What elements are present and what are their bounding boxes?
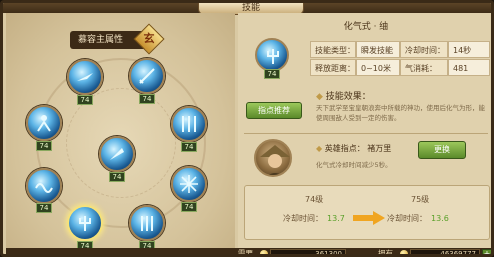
swords-icon	[182, 116, 196, 132]
skill-icon-2[interactable]	[129, 58, 165, 94]
hero-name: 褚万里	[367, 144, 392, 153]
skill-level-badge: 74	[36, 203, 52, 213]
own-label: 拥有	[378, 249, 393, 257]
skill-icon-3[interactable]	[26, 105, 62, 141]
arrow-right-icon	[353, 211, 385, 225]
add-currency-button[interactable]: +	[482, 249, 491, 254]
effect-title-text: 技能效果：	[325, 92, 371, 102]
current-cooldown: 冷却时间： 13.7	[283, 213, 345, 224]
next-cooldown-value: 13.6	[431, 214, 449, 223]
hero-portrait-icon	[260, 145, 290, 175]
skill-name: 化气式 · 䌷	[343, 22, 389, 32]
skill-level-badge: 74	[181, 142, 197, 152]
need-value: 361300	[270, 249, 346, 254]
skill-icon-8-selected[interactable]	[67, 205, 103, 241]
range-label: 释放距离：	[310, 59, 356, 76]
skill-window: 技能 慕容主属性 玄 74 74 74 74 74 74 74 74 74 化气…	[0, 0, 494, 257]
current-cooldown-value: 13.7	[327, 214, 345, 223]
hero-bullet-icon: ◆	[316, 144, 323, 153]
skill-icon-7[interactable]	[171, 166, 207, 202]
selected-skill-level: 74	[264, 69, 280, 79]
skill-level-badge: 74	[77, 95, 93, 105]
next-level: 75级	[411, 195, 430, 204]
figure-icon	[37, 115, 51, 132]
range-value: 0~10米	[356, 59, 400, 76]
own-value: 46369777	[410, 249, 480, 254]
cooldown-value: 14秒	[448, 41, 490, 58]
trident-icon	[267, 49, 279, 64]
skill-icon-4[interactable]	[171, 106, 207, 142]
skill-type-label: 技能类型：	[310, 41, 356, 58]
skill-wheel-panel: 慕容主属性 玄 74 74 74 74 74 74 74 74 74	[6, 13, 235, 251]
main-attribute-value: 玄	[143, 32, 155, 45]
cost-label: 气消耗：	[400, 59, 448, 76]
upgrade-compare: 74级 75级 冷却时间： 13.7 冷却时间： 13.6	[244, 185, 490, 240]
current-cooldown-label: 冷却时间：	[283, 214, 323, 223]
change-hero-button[interactable]: 更换	[418, 141, 466, 159]
hero-avatar[interactable]	[254, 139, 292, 177]
skill-type-value: 瞬发技能	[356, 41, 400, 58]
skill-icon-6[interactable]	[26, 168, 62, 204]
recommend-button[interactable]: 指点推荐	[246, 102, 302, 119]
sword-icon	[139, 68, 155, 84]
trident-icon	[79, 216, 91, 231]
effect-bullet-icon: ◆	[316, 92, 323, 102]
burst-icon	[180, 175, 198, 193]
strike-icon	[110, 148, 124, 160]
cost-bar: 需要 361300 拥有 46369777 +	[6, 248, 491, 257]
hero-label-text: 英雄指点：	[324, 144, 365, 153]
hero-effect: 化气式冷却时间减少5秒。	[316, 161, 392, 169]
skill-level-badge: 74	[36, 141, 52, 151]
next-cooldown-label: 冷却时间：	[387, 214, 427, 223]
hero-guidance: ◆ 英雄指点： 褚万里	[316, 143, 391, 154]
coin-icon	[260, 250, 268, 254]
effect-title: ◆ 技能效果：	[316, 89, 371, 102]
cooldown-label: 冷却时间：	[400, 41, 448, 58]
need-label: 需要	[238, 249, 253, 257]
skill-detail-panel: 化气式 · 䌷 74 技能类型： 瞬发技能 冷却时间： 14秒 释放距离： 0~…	[238, 13, 491, 248]
skill-level-badge: 74	[109, 172, 125, 182]
next-cooldown: 冷却时间： 13.6	[387, 213, 449, 224]
divider	[244, 133, 488, 134]
selected-skill-icon	[255, 38, 289, 72]
effect-description: 天下武学至宝皇朝浪奔中所载的神功，使用后化气为形，能使周围敌人受到一定的伤害。	[316, 104, 485, 122]
pillars-icon	[141, 216, 153, 231]
coin-icon	[400, 250, 408, 254]
skill-level-badge: 74	[139, 94, 155, 104]
cost-value: 481	[448, 59, 490, 76]
wave-icon	[35, 183, 53, 193]
blade-icon	[77, 73, 93, 81]
skill-level-badge: 74	[181, 202, 197, 212]
skill-icon-5[interactable]	[99, 136, 135, 172]
skill-icon-1[interactable]	[67, 59, 103, 95]
current-level: 74级	[305, 195, 324, 204]
skill-icon-9[interactable]	[129, 205, 165, 241]
